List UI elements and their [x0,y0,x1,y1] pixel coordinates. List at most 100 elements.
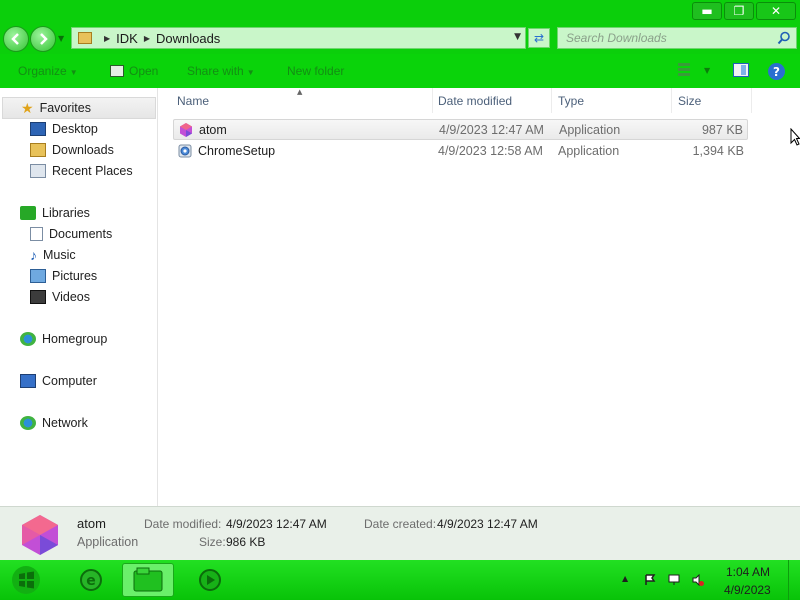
nav-label: Favorites [39,101,91,115]
taskbar: e ▲ [0,560,800,600]
address-row: ▼ ▶ IDK ▶ Downloads ▼ ⇄ [0,24,800,54]
forward-button[interactable] [30,26,56,52]
show-desktop-button[interactable] [788,560,800,600]
search-box[interactable] [557,27,797,49]
libraries-icon [20,206,36,220]
column-header-date-modified[interactable]: Date modified [432,88,552,113]
address-dropdown-icon[interactable]: ▼ [514,32,521,42]
nav-item-videos[interactable]: Videos [30,287,90,307]
restore-button[interactable]: ❐ [724,2,754,20]
start-button[interactable] [10,564,42,596]
preview-pane-icon[interactable] [733,63,749,77]
open-button[interactable]: Open [110,64,158,78]
atom-icon [180,122,192,137]
search-icon[interactable] [777,31,791,45]
nav-label: Computer [42,374,97,388]
back-button[interactable] [3,26,29,52]
nav-item-recent-places[interactable]: Recent Places [30,161,133,181]
nav-label: Downloads [52,143,114,157]
file-size: 1,394 KB [692,143,744,158]
share-with-menu[interactable]: Share with ▼ [187,64,255,78]
nav-item-favorites[interactable]: ★ Favorites [2,97,156,119]
show-hidden-icons-icon[interactable]: ▲ [622,574,634,586]
volume-muted-icon[interactable] [692,574,704,586]
details-file-type: Application [77,535,139,549]
nav-label: Recent Places [52,164,133,178]
view-options-dropdown[interactable]: ▼ [704,66,710,75]
folder-icon [133,567,163,592]
breadcrumb-item-idk[interactable]: IDK [116,31,138,46]
nav-label: Pictures [52,269,98,283]
nav-item-music[interactable]: ♪ Music [30,245,76,265]
media-player-icon [199,569,221,591]
details-size-label: Size: [199,535,226,549]
change-view-icon[interactable] [678,63,690,77]
navigation-pane: ★ Favorites Desktop Downloads Recent Pla… [0,88,158,506]
organize-menu[interactable]: Organize ▼ [18,64,78,78]
organize-label: Organize [18,64,67,78]
breadcrumb-separator-icon[interactable]: ▶ [144,34,150,43]
nav-item-homegroup[interactable]: Homegroup [20,329,107,349]
nav-label: Desktop [52,122,98,136]
file-name: ChromeSetup [198,143,276,158]
file-date-modified: 4/9/2023 12:47 AM [439,122,544,137]
action-center-flag-icon[interactable] [644,574,656,586]
desktop-icon [30,122,46,136]
atom-thumbnail-icon [22,515,58,555]
clock-time[interactable]: 1:04 AM [726,565,770,579]
details-pane: atom Application Date modified: 4/9/2023… [0,506,800,560]
column-header-name[interactable]: Name [171,88,433,113]
recent-places-icon [30,164,46,178]
taskbar-media-player[interactable] [192,563,228,597]
recent-pages-dropdown[interactable]: ▼ [58,34,64,43]
homegroup-icon [20,332,36,346]
documents-icon [30,227,43,241]
share-with-label: Share with [187,64,244,78]
column-header-type[interactable]: Type [552,88,672,113]
search-input[interactable] [566,31,766,45]
nav-item-documents[interactable]: Documents [30,224,112,244]
nav-label: Videos [52,290,90,304]
breadcrumb-separator-icon[interactable]: ▶ [104,34,110,43]
details-date-created-label: Date created: [364,517,437,531]
clock-date[interactable]: 4/9/2023 [724,583,771,597]
minimize-button[interactable]: ▬ [692,2,722,20]
nav-item-computer[interactable]: Computer [20,371,97,391]
nav-item-libraries[interactable]: Libraries [20,203,90,223]
chrome-setup-icon [178,144,192,157]
file-row-atom[interactable]: atom 4/9/2023 12:47 AM Application 987 K… [173,119,748,140]
taskbar-windows-explorer[interactable] [122,563,174,597]
nav-item-downloads[interactable]: Downloads [30,140,114,160]
mouse-cursor-icon [790,128,800,146]
taskbar-internet-explorer[interactable]: e [70,563,112,597]
videos-icon [30,290,46,304]
nav-label: Network [42,416,88,430]
folder-icon [78,32,92,44]
new-folder-button[interactable]: New folder [287,64,344,78]
details-date-modified-value: 4/9/2023 12:47 AM [226,517,327,531]
close-button[interactable]: ✕ [756,2,796,20]
downloads-folder-icon [30,143,46,157]
music-icon: ♪ [30,247,37,263]
network-icon [20,416,36,430]
column-header-size[interactable]: Size [672,88,752,113]
nav-item-desktop[interactable]: Desktop [30,119,98,139]
file-size: 987 KB [701,122,743,137]
address-bar[interactable]: ▶ IDK ▶ Downloads ▼ [71,27,526,49]
new-folder-label: New folder [287,64,345,78]
file-type: Application [558,143,620,158]
nav-label: Libraries [42,206,90,220]
help-icon[interactable]: ? [768,63,785,80]
nav-item-network[interactable]: Network [20,413,88,433]
computer-icon [20,374,36,388]
refresh-button[interactable]: ⇄ [528,28,550,48]
window-controls: ▬ ❐ ✕ [692,2,796,20]
details-date-modified-label: Date modified: [144,517,222,531]
file-date-modified: 4/9/2023 12:58 AM [438,143,543,158]
details-size-value: 986 KB [226,535,266,549]
nav-label: Homegroup [42,332,108,346]
network-status-icon[interactable] [668,574,680,586]
file-row-chromesetup[interactable]: ChromeSetup 4/9/2023 12:58 AM Applicatio… [173,140,748,161]
breadcrumb-item-downloads[interactable]: Downloads [156,31,220,46]
nav-item-pictures[interactable]: Pictures [30,266,97,286]
